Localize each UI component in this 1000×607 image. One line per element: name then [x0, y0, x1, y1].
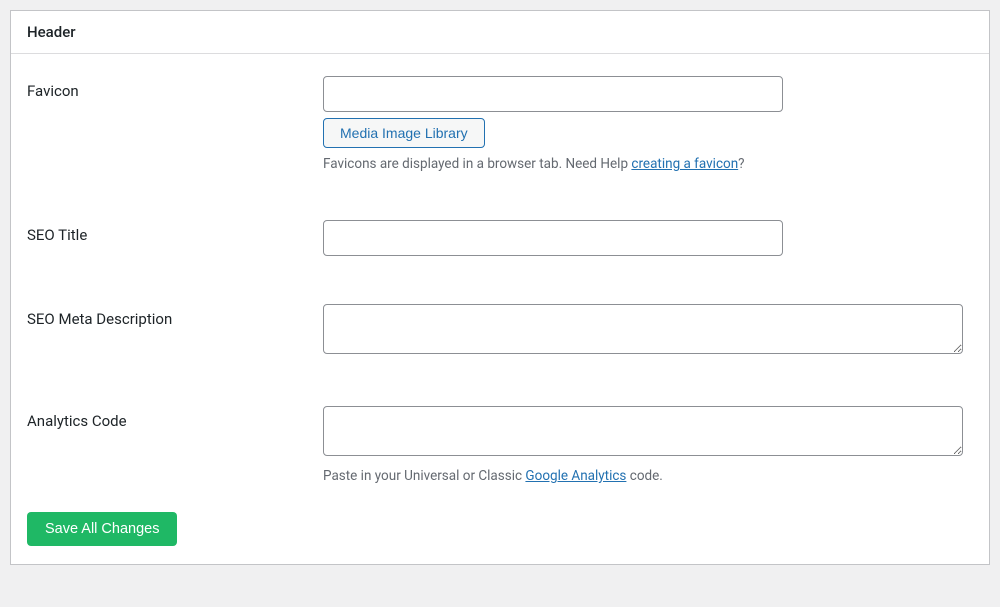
- save-all-changes-button[interactable]: Save All Changes: [27, 512, 177, 546]
- seo-meta-description-input[interactable]: [323, 304, 963, 354]
- analytics-help-prefix: Paste in your Universal or Classic: [323, 468, 525, 484]
- favicon-help-text: Favicons are displayed in a browser tab.…: [323, 156, 973, 172]
- seo-meta-description-field: [323, 304, 973, 358]
- favicon-help-suffix: ?: [738, 156, 744, 172]
- seo-meta-description-label: SEO Meta Description: [27, 304, 323, 328]
- favicon-help-link[interactable]: creating a favicon: [631, 156, 738, 172]
- analytics-help-suffix: code.: [626, 468, 662, 484]
- analytics-code-label: Analytics Code: [27, 406, 323, 430]
- favicon-row: Favicon Media Image Library Favicons are…: [27, 76, 973, 172]
- favicon-field: Media Image Library Favicons are display…: [323, 76, 973, 172]
- media-library-button[interactable]: Media Image Library: [323, 118, 485, 148]
- analytics-code-row: Analytics Code Paste in your Universal o…: [27, 406, 973, 484]
- seo-title-field: [323, 220, 973, 256]
- header-settings-panel: Header Favicon Media Image Library Favic…: [10, 10, 990, 565]
- seo-title-row: SEO Title: [27, 220, 973, 256]
- analytics-help-text: Paste in your Universal or Classic Googl…: [323, 468, 973, 484]
- seo-meta-description-row: SEO Meta Description: [27, 304, 973, 358]
- seo-title-input[interactable]: [323, 220, 783, 256]
- favicon-help-prefix: Favicons are displayed in a browser tab.…: [323, 156, 631, 172]
- favicon-label: Favicon: [27, 76, 323, 100]
- panel-body: Favicon Media Image Library Favicons are…: [11, 54, 989, 564]
- favicon-input[interactable]: [323, 76, 783, 112]
- analytics-code-input[interactable]: [323, 406, 963, 456]
- panel-title: Header: [11, 11, 989, 54]
- analytics-help-link[interactable]: Google Analytics: [525, 468, 626, 484]
- seo-title-label: SEO Title: [27, 220, 323, 244]
- analytics-code-field: Paste in your Universal or Classic Googl…: [323, 406, 973, 484]
